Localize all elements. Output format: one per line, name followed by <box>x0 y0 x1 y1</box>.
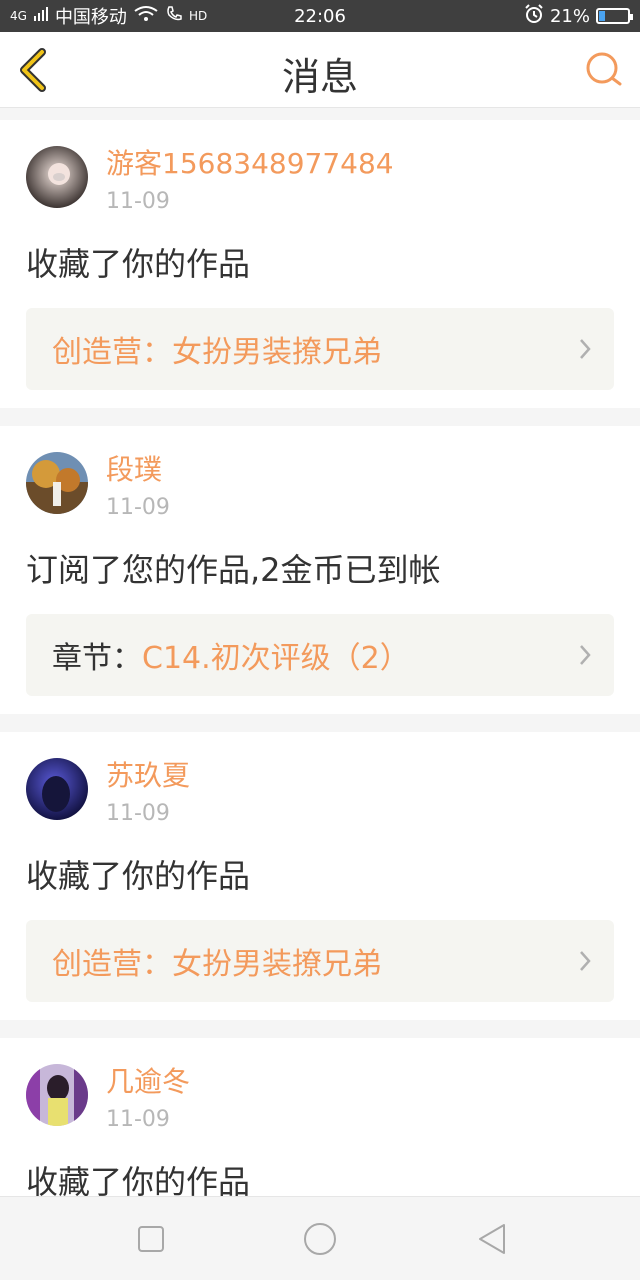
message-date: 11-09 <box>106 801 170 826</box>
avatar[interactable] <box>26 452 88 514</box>
battery-percent: 21% <box>549 5 590 27</box>
sender-name[interactable]: 游客1568348977484 <box>106 146 394 182</box>
message-text: 收藏了你的作品 <box>26 857 251 895</box>
triangle-back-icon <box>479 1224 505 1254</box>
chevron-right-icon <box>580 645 591 665</box>
system-navbar <box>0 1196 640 1280</box>
sender-name[interactable]: 段璞 <box>106 452 170 488</box>
sender-name[interactable]: 几逾冬 <box>106 1064 190 1100</box>
message-text: 收藏了你的作品 <box>26 1163 251 1196</box>
network-type: 4G <box>10 9 27 23</box>
system-back-button[interactable] <box>472 1219 512 1259</box>
status-left: 4G 中国移动 HD <box>10 3 207 29</box>
message-card[interactable]: 苏玖夏 11-09 收藏了你的作品 创造营：女扮男装撩兄弟 <box>0 732 640 1020</box>
hd-badge: HD <box>188 9 208 23</box>
avatar[interactable] <box>26 1064 88 1126</box>
page-title: 消息 <box>281 55 358 99</box>
battery-icon <box>596 8 633 24</box>
wifi-icon <box>133 5 159 28</box>
message-date: 11-09 <box>106 495 170 520</box>
avatar[interactable] <box>26 146 88 208</box>
message-list: 游客1568348977484 11-09 收藏了你的作品 创造营：女扮男装撩兄… <box>0 120 640 1196</box>
message-date: 11-09 <box>106 1107 170 1132</box>
message-text: 收藏了你的作品 <box>26 245 251 283</box>
chevron-right-icon <box>580 339 591 359</box>
alarm-icon <box>524 3 544 29</box>
square-icon <box>138 1226 164 1252</box>
signal-icon <box>33 6 49 27</box>
work-link[interactable]: 创造营：女扮男装撩兄弟 <box>26 308 614 390</box>
search-button[interactable] <box>584 50 624 90</box>
message-card[interactable]: 段璞 11-09 订阅了您的作品,2金币已到帐 章节： C14.初次评级（2） <box>0 426 640 714</box>
search-icon <box>586 52 622 86</box>
carrier-name: 中国移动 <box>54 7 127 28</box>
phone-icon <box>165 5 183 28</box>
link-label: 章节： <box>52 641 142 676</box>
header: 消息 <box>0 32 640 108</box>
status-bar: 4G 中国移动 HD 22:06 21% <box>0 0 640 32</box>
message-card[interactable]: 几逾冬 11-09 收藏了你的作品 <box>0 1038 640 1196</box>
home-button[interactable] <box>300 1219 340 1259</box>
message-text: 订阅了您的作品,2金币已到帐 <box>26 551 441 589</box>
link-title: 创造营：女扮男装撩兄弟 <box>52 947 382 982</box>
circle-icon <box>304 1223 336 1255</box>
chevron-right-icon <box>580 951 591 971</box>
recent-apps-button[interactable] <box>131 1219 171 1259</box>
link-title: C14.初次评级（2） <box>142 641 410 676</box>
sender-name[interactable]: 苏玖夏 <box>106 758 190 794</box>
message-date: 11-09 <box>106 189 170 214</box>
avatar[interactable] <box>26 758 88 820</box>
status-right: 21% <box>524 3 633 29</box>
link-title: 创造营：女扮男装撩兄弟 <box>52 335 382 370</box>
work-link[interactable]: 创造营：女扮男装撩兄弟 <box>26 920 614 1002</box>
chapter-link[interactable]: 章节： C14.初次评级（2） <box>26 614 614 696</box>
message-card[interactable]: 游客1568348977484 11-09 收藏了你的作品 创造营：女扮男装撩兄… <box>0 120 640 408</box>
